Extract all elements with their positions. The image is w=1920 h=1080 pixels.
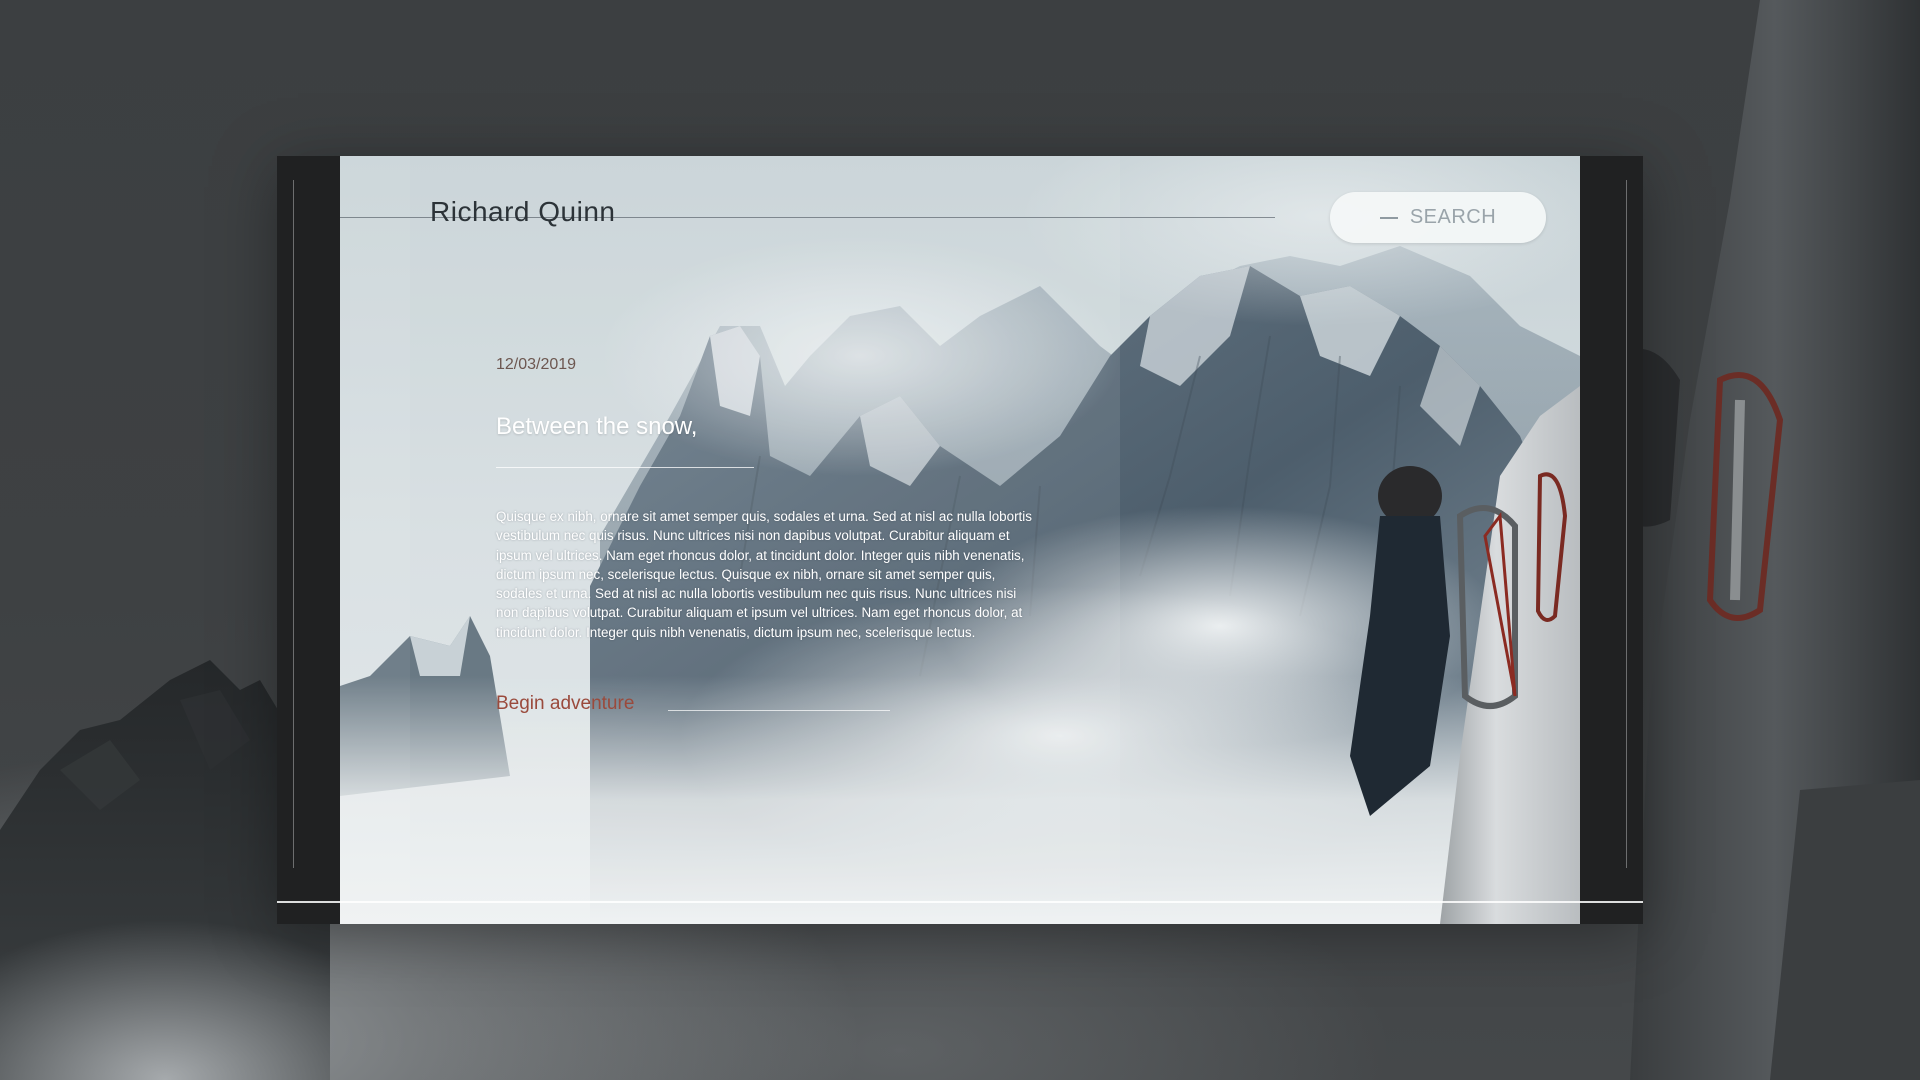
title-divider — [496, 467, 754, 468]
article-date: 12/03/2019 — [496, 356, 577, 373]
card-bottom-rule — [277, 901, 1643, 903]
card-frame-line-right — [1626, 180, 1627, 868]
cta-divider — [668, 710, 890, 711]
begin-adventure-link[interactable]: Begin adventure — [496, 693, 634, 715]
article-title: Between the snow, — [496, 413, 698, 440]
card-frame-line-left — [293, 180, 294, 868]
article-body: Quisque ex nibh, ornare sit amet semper … — [496, 509, 1032, 640]
hero-image-panel: Richard Quinn SEARCH 12/03/2019 Between … — [340, 156, 1580, 924]
search-dash-icon — [1379, 216, 1398, 219]
search-button-label: SEARCH — [1409, 206, 1497, 228]
brand-logo[interactable]: Richard Quinn — [430, 196, 615, 228]
hero-card: Richard Quinn SEARCH 12/03/2019 Between … — [277, 156, 1643, 924]
search-button[interactable]: SEARCH — [1330, 192, 1546, 243]
